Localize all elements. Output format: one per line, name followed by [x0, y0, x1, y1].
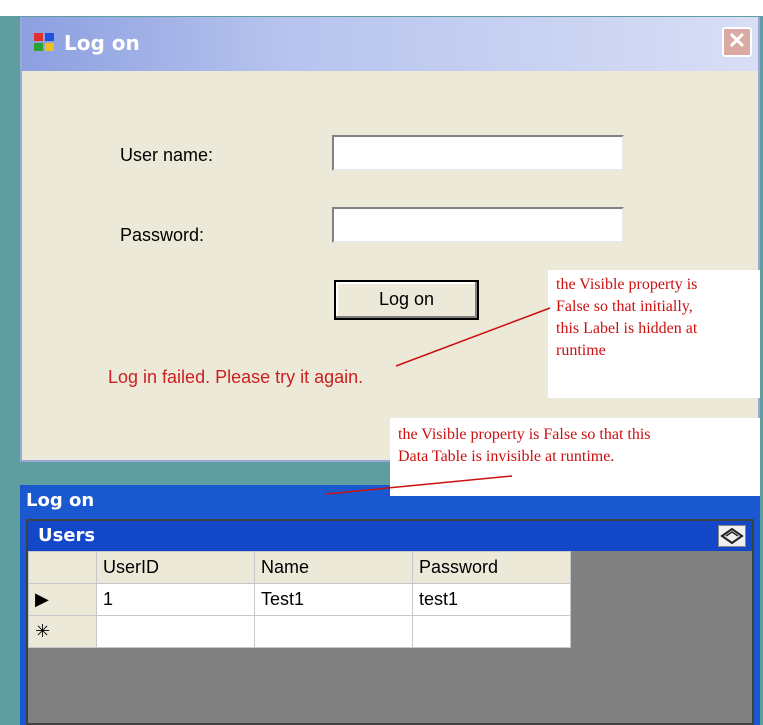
label-note-pointer: [395, 307, 551, 367]
table-note-pointer: [325, 475, 513, 495]
annotation-arrows: [325, 307, 551, 495]
